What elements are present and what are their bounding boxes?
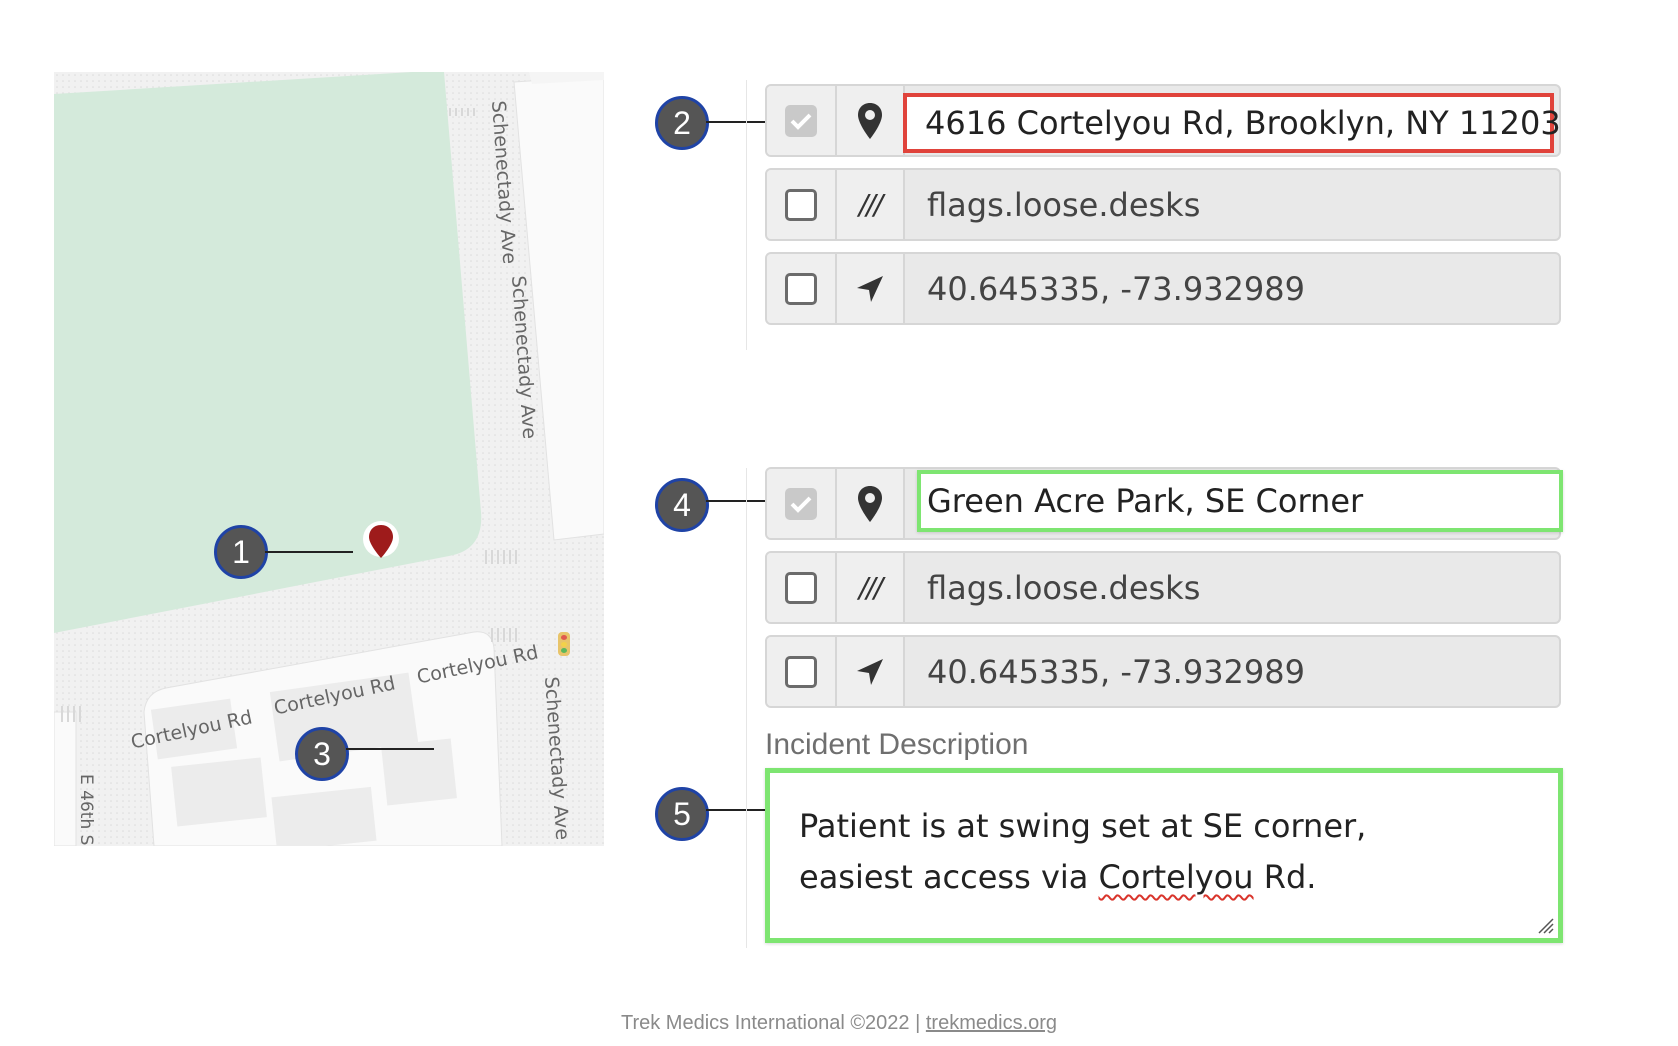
address-value-highlighted[interactable]: 4616 Cortelyou Rd, Brooklyn, NY 11203: [903, 93, 1561, 153]
incident-description-label: Incident Description: [765, 728, 1029, 761]
coordinates-checkbox[interactable]: [785, 655, 817, 688]
what3words-icon: ///: [837, 170, 905, 239]
what3words-checkbox-cell[interactable]: [767, 553, 837, 622]
coordinates-value[interactable]: 40.645335, -73.932989: [905, 254, 1559, 323]
street-label-e-46th: E 46th S: [76, 774, 96, 846]
check-icon: [790, 113, 812, 130]
what3words-checkbox[interactable]: [785, 571, 817, 604]
coordinates-row: 40.645335, -73.932989: [765, 252, 1561, 325]
check-icon: [790, 496, 812, 513]
callout-4: 4: [655, 478, 709, 532]
location-arrow-icon: [837, 637, 905, 706]
what3words-value[interactable]: flags.loose.desks: [905, 553, 1559, 622]
what3words-value[interactable]: flags.loose.desks: [905, 170, 1559, 239]
coordinates-checkbox-cell[interactable]: [767, 637, 837, 706]
map-marker-icon: [837, 86, 905, 155]
what3words-row: /// flags.loose.desks: [765, 551, 1561, 624]
coordinates-value[interactable]: 40.645335, -73.932989: [905, 637, 1559, 706]
panel-divider: [746, 468, 747, 948]
resize-handle-icon[interactable]: [1536, 916, 1554, 934]
map-marker-icon: [837, 469, 905, 538]
callout-5: 5: [655, 787, 709, 841]
map-marker-pin[interactable]: [362, 520, 400, 564]
footer-link[interactable]: trekmedics.org: [926, 1012, 1057, 1034]
address-value-highlighted[interactable]: Green Acre Park, SE Corner: [917, 470, 1563, 532]
panel-divider: [746, 80, 747, 350]
address-checkbox[interactable]: [785, 104, 817, 137]
coordinates-checkbox-cell[interactable]: [767, 254, 837, 323]
what3words-checkbox[interactable]: [785, 188, 817, 221]
what3words-icon: ///: [837, 553, 905, 622]
address-checkbox-cell[interactable]: [767, 86, 837, 155]
misspelled-word: Cortelyou: [1098, 858, 1254, 896]
callout-1: 1: [214, 525, 268, 579]
callout-leader-1: [265, 551, 353, 553]
address-checkbox[interactable]: [785, 487, 817, 520]
callout-3: 3: [295, 727, 349, 781]
address-checkbox-cell[interactable]: [767, 469, 837, 538]
footer: Trek Medics International ©2022 | trekme…: [0, 1012, 1678, 1035]
incident-description-textarea[interactable]: Patient is at swing set at SE corner, ea…: [765, 768, 1563, 943]
what3words-row: /// flags.loose.desks: [765, 168, 1561, 241]
incident-description-line-2: easiest access via Cortelyou Rd.: [799, 858, 1317, 896]
what3words-checkbox-cell[interactable]: [767, 170, 837, 239]
callout-2: 2: [655, 96, 709, 150]
location-arrow-icon: [837, 254, 905, 323]
footer-copyright: Trek Medics International ©2022 |: [620, 1012, 926, 1034]
callout-leader-3: [346, 748, 434, 750]
traffic-light-icon: [558, 632, 570, 656]
map-pin-icon: [363, 521, 399, 558]
incident-description-line-1: Patient is at swing set at SE corner,: [799, 807, 1367, 845]
coordinates-checkbox[interactable]: [785, 272, 817, 305]
coordinates-row: 40.645335, -73.932989: [765, 635, 1561, 708]
